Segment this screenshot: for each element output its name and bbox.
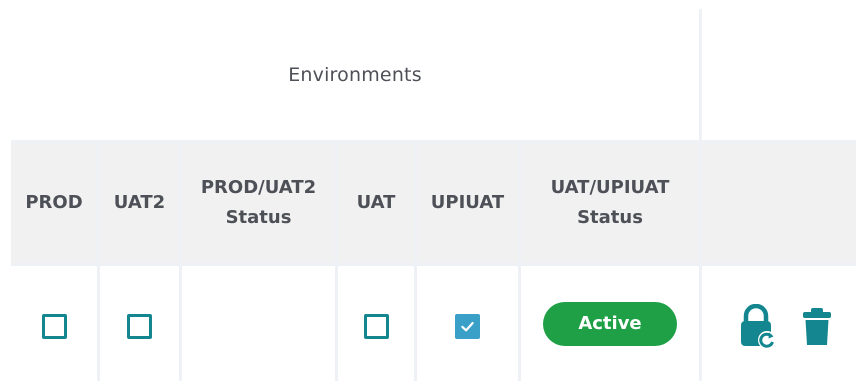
environments-table-container: Environments PROD UAT2 PROD/UAT2 Status … [0,0,856,385]
column-header-uat-upiuat-status: UAT/UPIUAT Status [521,143,699,263]
environments-table: Environments PROD UAT2 PROD/UAT2 Status … [11,9,856,385]
checkmark-icon [461,321,474,332]
table-row-cell-uat-upiuat-status: Active [521,266,699,385]
status-badge: Active [543,301,677,346]
uat2-checkbox[interactable] [127,314,152,339]
column-header-uat-label: UAT [356,192,396,213]
column-header-uat2: UAT2 [100,143,179,263]
table-row-cell-uat [338,266,414,385]
table-row-cell-upiuat [417,266,518,385]
uat-checkbox[interactable] [363,314,389,339]
column-header-uat-upiuat-status-label: UAT/UPIUAT Status [550,177,670,228]
column-header-uat2-label: UAT2 [113,192,166,213]
table-row-cell-prod [11,266,97,385]
upiuat-checkbox[interactable] [455,314,480,339]
column-header-upiuat: UPIUAT [417,143,518,263]
column-header-prod-label: PROD [25,192,83,213]
table-row-cell-prod-uat2-status [182,266,335,385]
column-header-prod-uat2-status-label: PROD/UAT2 Status [200,177,317,228]
environments-header-label: Environments [288,63,422,86]
column-header-uat: UAT [338,143,414,263]
lock-reset-icon [741,303,776,349]
environments-group-header: Environments [11,9,699,140]
column-header-upiuat-label: UPIUAT [430,192,505,213]
column-header-prod-uat2-status: PROD/UAT2 Status [182,143,335,263]
reset-lock-button[interactable] [738,303,776,350]
prod-checkbox[interactable] [41,314,67,339]
actions-group-header [702,9,856,140]
trash-icon [803,307,831,345]
table-row-cell-actions [702,266,856,385]
delete-button[interactable] [802,307,832,347]
table-row-cell-uat2 [100,266,179,385]
column-header-prod: PROD [11,143,97,263]
column-header-actions [702,143,856,263]
status-badge-label: Active [578,313,642,334]
